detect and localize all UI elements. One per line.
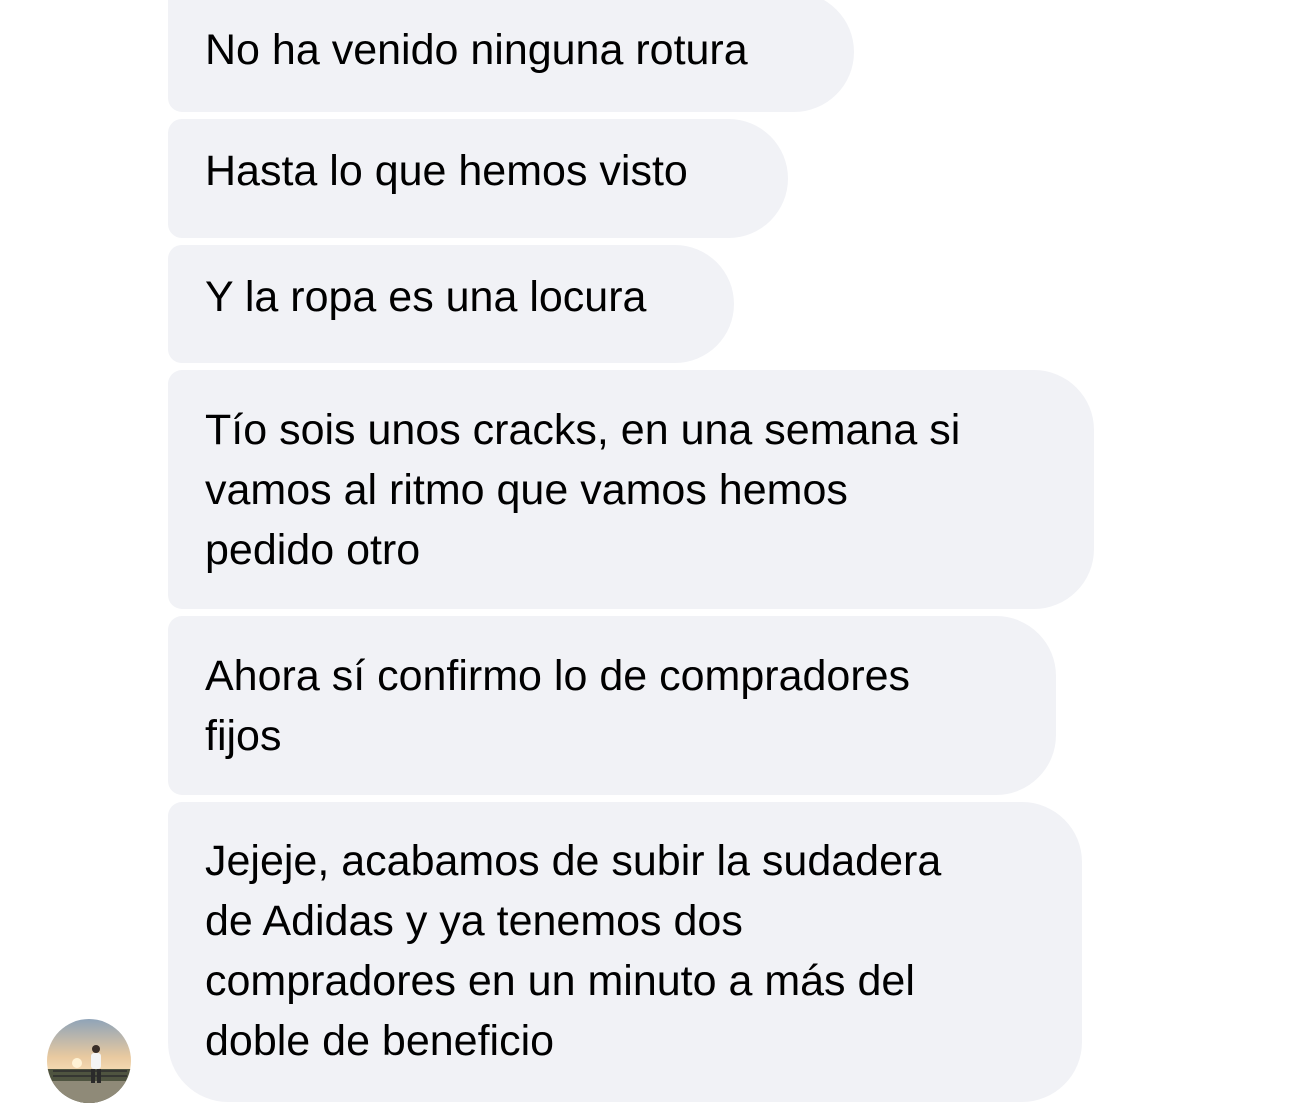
profile-photo-icon (47, 1019, 131, 1103)
message-bubble[interactable]: Y la ropa es una locura (168, 245, 734, 363)
sender-avatar[interactable] (47, 1019, 131, 1103)
message-bubble[interactable]: Ahora sí confirmo lo de compradores fijo… (168, 616, 1056, 795)
message-bubble[interactable]: No ha venido ninguna rotura (168, 0, 854, 112)
message-bubble[interactable]: Jejeje, acabamos de subir la sudadera de… (168, 802, 1082, 1102)
message-bubble[interactable]: Tío sois unos cracks, en una semana si v… (168, 370, 1094, 609)
message-bubble[interactable]: Hasta lo que hemos visto (168, 119, 788, 238)
